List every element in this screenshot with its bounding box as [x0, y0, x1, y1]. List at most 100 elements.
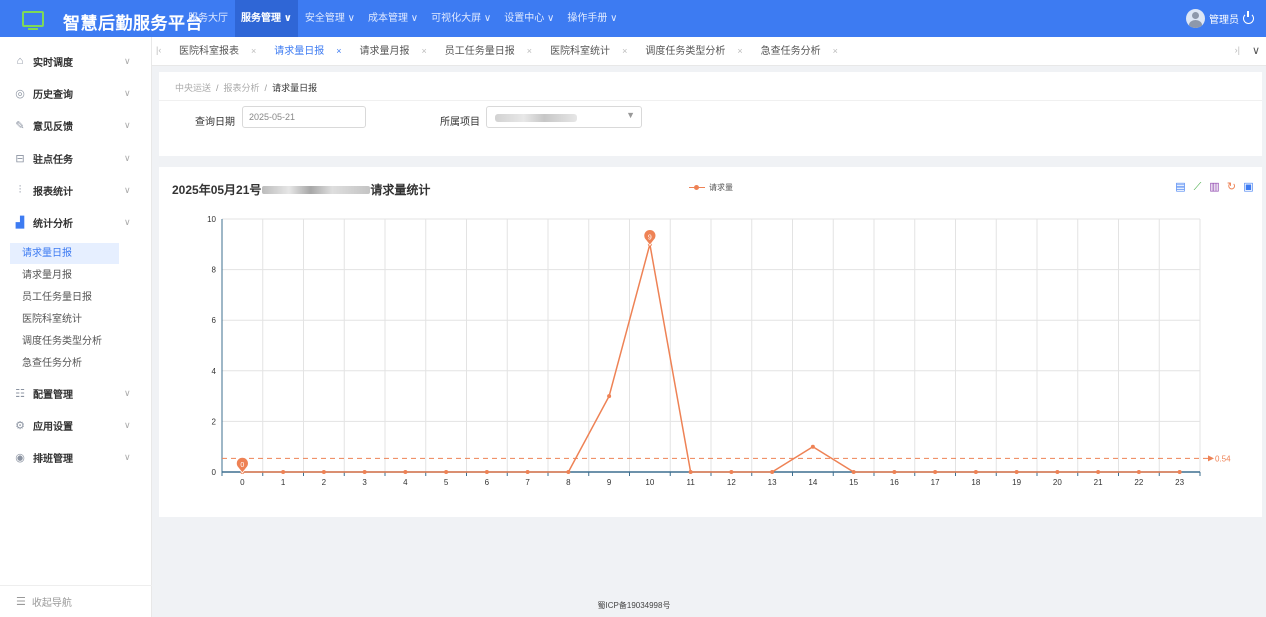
config-icon: ☷ — [15, 387, 25, 400]
sidebar-menu-label: 驻点任务 — [33, 154, 73, 166]
data-point — [444, 470, 449, 474]
breadcrumb-item[interactable]: 中央运送 — [175, 83, 211, 93]
close-icon[interactable]: × — [737, 46, 742, 56]
sidebar-subitem[interactable]: 员工任务量日报 — [10, 287, 119, 308]
chart-title-prefix: 2025年05月21号 — [172, 183, 262, 197]
sidebar-menu-item[interactable]: ▟ 统计分析 ∨ — [0, 208, 152, 236]
avatar[interactable] — [1186, 9, 1205, 28]
line-chart-icon[interactable]: ⟋ — [1191, 181, 1204, 194]
sidebar-menu-item[interactable]: ✎ 意见反馈 ∨ — [0, 111, 152, 139]
chevron-down-icon: ∨ — [124, 55, 131, 66]
chevron-down-icon: ∨ — [124, 419, 131, 430]
tab[interactable]: 调度任务类型分析 × — [636, 37, 751, 66]
sidebar-menu-item[interactable]: ⚙ 应用设置 ∨ — [0, 411, 152, 439]
topnav-item[interactable]: 成本管理 ∨ — [362, 0, 424, 37]
topnav-item[interactable]: 服务大厅 — [182, 0, 234, 37]
y-tick-label: 4 — [212, 367, 217, 376]
sidebar-subitem[interactable]: 请求量日报 — [10, 243, 119, 264]
tab[interactable]: 急查任务分析 × — [752, 37, 847, 66]
sidebar-menu-item[interactable]: ◉ 排班管理 ∨ — [0, 443, 152, 471]
date-input[interactable]: 2025-05-21 — [242, 106, 366, 128]
x-tick-label: 0 — [240, 478, 245, 487]
user-menu[interactable]: 管理员 — [1186, 9, 1254, 28]
filter-panel: 中央运送 / 报表分析 / 请求量日报 查询日期 2025-05-21 所属项目 ▼ — [159, 72, 1262, 156]
report-icon: ⫶ — [18, 183, 22, 196]
tab[interactable]: 医院科室统计 × — [541, 37, 636, 66]
restore-icon[interactable]: ↻ — [1225, 181, 1238, 194]
data-point — [1177, 470, 1182, 474]
tab-scroll-right-icon[interactable]: ›| — [1235, 45, 1240, 55]
chevron-down-icon: ∨ — [124, 119, 131, 130]
sidebar-menu-item[interactable]: ⌂ 实时调度 ∨ — [0, 47, 152, 75]
tab-label: 医院科室报表 — [179, 46, 239, 57]
tabs: 医院科室报表 × 请求量日报 × 请求量月报 × 员工任务量日报 × 医院科室统计 × 调度任务类型… — [170, 37, 847, 66]
sidebar-menu-label: 意见反馈 — [33, 121, 73, 133]
data-point — [525, 470, 530, 474]
project-select[interactable]: ▼ — [486, 106, 642, 128]
tab-label: 请求量月报 — [359, 46, 410, 57]
sidebar-subitem[interactable]: 请求量月报 — [10, 265, 119, 286]
sidebar-menu-label: 排班管理 — [33, 453, 73, 465]
divider — [159, 100, 1262, 101]
sidebar-menu-item[interactable]: ☷ 配置管理 ∨ — [0, 379, 152, 407]
x-tick-label: 9 — [607, 478, 612, 487]
y-tick-label: 10 — [207, 215, 216, 224]
data-point — [1014, 470, 1019, 474]
collapse-nav-button[interactable]: ☰ 收起导航 — [0, 585, 152, 617]
tab[interactable]: 医院科室报表 × — [170, 37, 265, 66]
close-icon[interactable]: × — [422, 46, 427, 56]
breadcrumb-current: 请求量日报 — [272, 83, 318, 93]
x-tick-label: 16 — [890, 478, 899, 487]
close-icon[interactable]: × — [833, 46, 838, 56]
power-icon[interactable] — [1243, 11, 1254, 24]
sidebar-menu-item[interactable]: ◎ 历史查询 ∨ — [0, 79, 152, 107]
topnav-item[interactable]: 设置中心 ∨ — [498, 0, 560, 37]
sidebar-subitem[interactable]: 调度任务类型分析 — [10, 331, 119, 352]
bar-chart-icon[interactable]: ▥ — [1208, 181, 1221, 194]
tab-menu-chevron-icon[interactable]: ∨ — [1252, 44, 1260, 57]
sidebar-subitem[interactable]: 急查任务分析 — [10, 353, 119, 374]
x-tick-label: 23 — [1175, 478, 1184, 487]
tab-scroll-left-icon[interactable]: |‹ — [156, 45, 161, 55]
average-label: 0.54 — [1215, 454, 1231, 463]
data-point — [1136, 470, 1141, 474]
tab[interactable]: 员工任务量日报 × — [436, 37, 541, 66]
close-icon[interactable]: × — [527, 46, 532, 56]
chart-panel: 0 2 4 6 8 10 0 1 2 3 4 5 6 7 8 9 10 11 12 13 14 15 16 17 18 19 20 2… — [159, 167, 1262, 517]
tab[interactable]: 请求量日报 × — [265, 37, 350, 66]
close-icon[interactable]: × — [336, 46, 341, 56]
sidebar-menu-item[interactable]: ⫶ 报表统计 ∨ — [0, 176, 152, 204]
close-icon[interactable]: × — [251, 46, 256, 56]
chevron-down-icon: ∨ — [124, 387, 131, 398]
sidebar: ☰ 收起导航 ⌂ 实时调度 ∨ ◎ 历史查询 ∨ ✎ 意见反馈 ∨ ⊟ 驻点任务 ∨ ⫶ 报表统计 ∨ ▟ 统计… — [0, 37, 152, 617]
x-tick-label: 22 — [1134, 478, 1143, 487]
data-point — [933, 470, 938, 474]
tab[interactable]: 请求量月报 × — [351, 37, 436, 66]
x-tick-label: 1 — [281, 478, 286, 487]
topnav-item[interactable]: 安全管理 ∨ — [299, 0, 361, 37]
footer-icp: 蜀ICP备19034998号 — [597, 601, 671, 610]
chevron-down-icon: ∨ — [124, 184, 131, 195]
close-icon[interactable]: × — [622, 46, 627, 56]
topnav-item[interactable]: 操作手册 ∨ — [561, 0, 623, 37]
date-label: 查询日期 — [195, 117, 235, 128]
tab-label: 急查任务分析 — [760, 46, 821, 57]
sidebar-menu-item[interactable]: ⊟ 驻点任务 ∨ — [0, 144, 152, 172]
caret-down-icon: ▼ — [626, 110, 635, 120]
redacted-project-name — [262, 185, 371, 194]
topnav-item[interactable]: 服务管理 ∨ — [235, 0, 298, 37]
data-view-icon[interactable]: ▤ — [1174, 181, 1187, 194]
save-image-icon[interactable]: ▣ — [1242, 181, 1255, 194]
sidebar-subitem[interactable]: 医院科室统计 — [10, 309, 119, 330]
chart-legend[interactable]: 请求量 — [689, 182, 733, 193]
chevron-down-icon: ∨ — [124, 451, 131, 462]
breadcrumb-item[interactable]: 报表分析 — [224, 83, 260, 93]
x-tick-label: 14 — [808, 478, 817, 487]
tab-label: 医院科室统计 — [550, 46, 611, 57]
data-point — [566, 470, 571, 474]
sidebar-menu-label: 报表统计 — [33, 186, 73, 198]
topnav-item[interactable]: 可视化大屏 ∨ — [425, 0, 497, 37]
x-tick-label: 13 — [768, 478, 777, 487]
user-name[interactable]: 管理员 — [1209, 11, 1239, 26]
data-point — [403, 470, 408, 474]
